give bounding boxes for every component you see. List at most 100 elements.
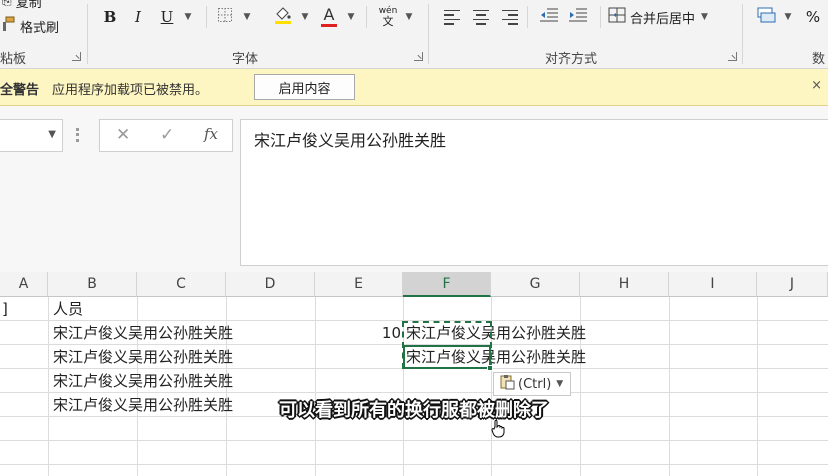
column-header-g[interactable]: G bbox=[491, 272, 580, 297]
security-warning-title: 全警告 bbox=[0, 83, 40, 98]
align-right-button[interactable] bbox=[499, 6, 521, 28]
column-line bbox=[757, 297, 758, 476]
alignment-group-label: 对齐方式 bbox=[545, 52, 598, 67]
fill-bucket-icon bbox=[273, 5, 293, 29]
clipboard-group-label: 粘板 bbox=[0, 52, 27, 67]
enter-icon[interactable]: ✓ bbox=[160, 125, 174, 145]
bold-button[interactable]: B bbox=[100, 6, 120, 28]
ribbon-separator bbox=[206, 6, 207, 28]
clipboard-launcher-icon[interactable] bbox=[72, 52, 81, 61]
align-left-button[interactable] bbox=[441, 6, 463, 28]
align-center-icon bbox=[473, 9, 489, 25]
paste-options-button[interactable]: (Ctrl) ▼ bbox=[493, 372, 571, 396]
column-header-d[interactable]: D bbox=[226, 272, 315, 297]
borders-dropdown[interactable]: ▼ bbox=[240, 6, 252, 28]
ribbon-separator bbox=[742, 4, 743, 64]
decrease-indent-icon bbox=[539, 7, 559, 27]
chevron-down-icon: ▼ bbox=[347, 12, 355, 22]
cell-b3[interactable]: 宋江卢俊义吴用公孙胜关胜 bbox=[53, 321, 233, 345]
chevron-down-icon: ▼ bbox=[701, 12, 708, 22]
increase-indent-button[interactable] bbox=[566, 6, 590, 28]
chevron-down-icon: ▼ bbox=[784, 12, 792, 22]
ribbon-separator bbox=[600, 6, 601, 28]
align-right-icon bbox=[502, 9, 518, 25]
ribbon-separator bbox=[527, 6, 528, 28]
chevron-down-icon: ▼ bbox=[556, 379, 564, 389]
number-format-dropdown[interactable]: ▼ bbox=[781, 6, 793, 28]
column-line bbox=[669, 297, 670, 476]
cell-b4[interactable]: 宋江卢俊义吴用公孙胜关胜 bbox=[53, 345, 233, 369]
formula-content: 宋江卢俊义吴用公孙胜关胜 bbox=[254, 131, 447, 150]
formula-bar-grip[interactable] bbox=[76, 128, 79, 142]
column-header-e[interactable]: E bbox=[315, 272, 403, 297]
active-cell-border bbox=[403, 345, 491, 369]
enable-content-button[interactable]: 启用内容 bbox=[254, 74, 355, 100]
formula-buttons: ✕ ✓ fx bbox=[99, 119, 233, 152]
increase-indent-icon bbox=[568, 7, 588, 27]
merge-center-icon bbox=[608, 7, 626, 27]
ribbon-separator bbox=[366, 6, 367, 28]
cell-e3[interactable]: 10 bbox=[315, 321, 401, 345]
underline-button[interactable]: U bbox=[156, 6, 178, 28]
font-color-swatch bbox=[321, 24, 337, 27]
cell-b2[interactable]: 人员 bbox=[53, 297, 83, 321]
column-header-b[interactable]: B bbox=[48, 272, 137, 297]
underline-dropdown[interactable]: ▼ bbox=[181, 6, 193, 28]
copy-icon: ⎘ bbox=[2, 0, 12, 8]
chevron-down-icon[interactable]: ▼ bbox=[48, 129, 56, 140]
column-header-j[interactable]: J bbox=[757, 272, 828, 297]
insert-function-button[interactable]: fx bbox=[204, 125, 218, 143]
security-warning-bar: 全警告 应用程序加载项已被禁用。 启用内容 × bbox=[0, 69, 828, 106]
format-painter-icon bbox=[0, 16, 16, 36]
copy-button[interactable]: ⎘ 复制 bbox=[2, 0, 42, 11]
formula-bar: ▼ ✕ ✓ fx 宋江卢俊义吴用公孙胜关胜 bbox=[0, 106, 828, 272]
font-group-label: 字体 bbox=[232, 52, 259, 67]
borders-button[interactable] bbox=[214, 6, 236, 28]
column-header-a[interactable]: A bbox=[0, 272, 48, 297]
clipboard-paste-icon bbox=[499, 374, 515, 394]
fill-handle[interactable] bbox=[487, 365, 493, 371]
chevron-down-icon: ▼ bbox=[243, 12, 251, 22]
chevron-down-icon: ▼ bbox=[184, 12, 192, 22]
chevron-down-icon: ▼ bbox=[301, 12, 309, 22]
percent-style-button[interactable]: % bbox=[804, 6, 822, 28]
column-header-f[interactable]: F bbox=[403, 272, 491, 297]
formula-input[interactable]: 宋江卢俊义吴用公孙胜关胜 bbox=[240, 119, 828, 266]
cell-a2[interactable]: ] bbox=[2, 297, 8, 321]
column-header-h[interactable]: H bbox=[580, 272, 669, 297]
number-format-button[interactable] bbox=[755, 6, 779, 28]
column-line bbox=[48, 297, 49, 476]
fill-color-dropdown[interactable]: ▼ bbox=[298, 6, 310, 28]
align-left-icon bbox=[444, 9, 460, 25]
ribbon: ⎘ 复制 格式刷 粘板 B I U ▼ ▼ ▼ A ▼ wén 文 ▼ 字体 合… bbox=[0, 0, 828, 69]
cancel-icon[interactable]: ✕ bbox=[116, 125, 130, 145]
security-warning-message: 应用程序加载项已被禁用。 bbox=[52, 83, 209, 98]
close-icon[interactable]: × bbox=[811, 78, 822, 93]
italic-button[interactable]: I bbox=[128, 6, 148, 28]
name-box[interactable]: ▼ bbox=[0, 119, 63, 152]
font-color-button[interactable]: A bbox=[318, 6, 340, 28]
number-group-label: 数 bbox=[812, 52, 826, 67]
merge-center-button[interactable]: 合并后居中 ▼ bbox=[608, 6, 738, 28]
font-launcher-icon[interactable] bbox=[414, 52, 423, 61]
phonetic-guide-button[interactable]: wén 文 bbox=[376, 6, 400, 28]
align-center-button[interactable] bbox=[470, 6, 492, 28]
fill-color-button[interactable] bbox=[270, 6, 296, 28]
column-header-i[interactable]: I bbox=[669, 272, 757, 297]
column-header-c[interactable]: C bbox=[137, 272, 226, 297]
row-line bbox=[0, 440, 828, 441]
cursor-icon bbox=[490, 419, 506, 443]
decrease-indent-button[interactable] bbox=[537, 6, 561, 28]
ribbon-separator bbox=[428, 4, 429, 64]
row-line bbox=[0, 464, 828, 465]
currency-format-icon bbox=[757, 6, 777, 28]
font-color-dropdown[interactable]: ▼ bbox=[344, 6, 356, 28]
video-subtitle: 可以看到所有的换行服都被删除了 bbox=[279, 400, 549, 421]
phonetic-dropdown[interactable]: ▼ bbox=[402, 6, 414, 28]
cell-b5[interactable]: 宋江卢俊义吴用公孙胜关胜 bbox=[53, 369, 233, 393]
borders-icon bbox=[217, 7, 233, 27]
chevron-down-icon: ▼ bbox=[405, 12, 413, 22]
alignment-launcher-icon[interactable] bbox=[728, 52, 737, 61]
format-painter-button[interactable]: 格式刷 bbox=[0, 16, 59, 36]
ribbon-separator bbox=[87, 4, 88, 64]
